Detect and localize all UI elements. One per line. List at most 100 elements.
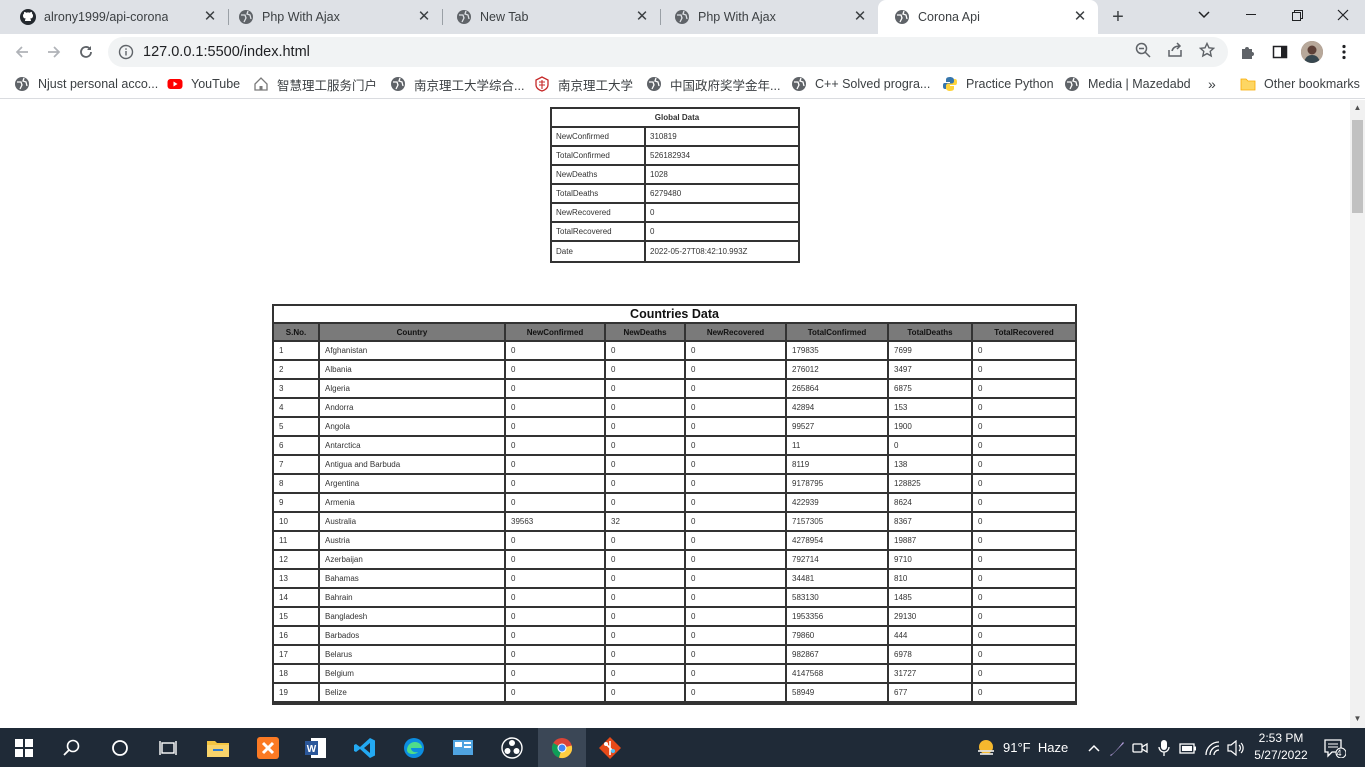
bookmark-njust-comprehensive[interactable]: 南京理工大学综合... [390, 75, 524, 93]
scroll-up-arrow-icon[interactable]: ▲ [1353, 103, 1362, 112]
close-window-button[interactable] [1320, 0, 1365, 30]
global-key: NewDeaths [552, 166, 646, 185]
vscode-icon [354, 738, 375, 758]
bookmarks-overflow-button[interactable]: » [1208, 75, 1216, 93]
start-button[interactable] [10, 734, 38, 762]
close-icon[interactable]: ✕ [634, 9, 650, 25]
menu-button[interactable] [1334, 42, 1354, 62]
global-data-table: Global Data NewConfirmed 310819 TotalConf… [550, 107, 800, 263]
table-cell: Barbados [320, 627, 506, 646]
bookmark-star-button[interactable] [1198, 41, 1216, 59]
battery-button[interactable] [1174, 734, 1202, 762]
table-row: 7 Antigua and Barbuda 0 0 0 8119 138 0 [274, 456, 1075, 475]
tab-new-tab[interactable]: New Tab ✕ [440, 0, 661, 34]
table-cell: 0 [973, 380, 1075, 399]
share-button[interactable] [1166, 41, 1184, 59]
tab-github[interactable]: alrony1999/api-corona ✕ [4, 0, 229, 34]
table-cell: 0 [973, 475, 1075, 494]
edge-button[interactable] [400, 734, 428, 762]
table-row: 13 Bahamas 0 0 0 34481 810 0 [274, 570, 1075, 589]
side-panel-button[interactable] [1270, 42, 1290, 62]
git-button[interactable] [596, 734, 624, 762]
bookmark-practice-python[interactable]: Practice Python [942, 75, 1054, 93]
table-cell: 0 [973, 570, 1075, 589]
volume-button[interactable] [1222, 734, 1250, 762]
tab-search-button[interactable] [1181, 0, 1227, 30]
table-cell: Argentina [320, 475, 506, 494]
avatar[interactable] [1301, 41, 1323, 63]
reload-button[interactable] [74, 40, 98, 64]
table-cell: 4147568 [787, 665, 889, 684]
url-text[interactable]: 127.0.0.1:5500/index.html [143, 44, 310, 60]
bookmark-njust-university[interactable]: 南京理工大学 [534, 75, 633, 93]
other-bookmarks-folder[interactable]: Other bookmarks [1240, 75, 1360, 93]
vscode-button[interactable] [351, 734, 379, 762]
xampp-button[interactable] [254, 734, 282, 762]
word-button[interactable]: W [302, 734, 330, 762]
scrollbar-thumb[interactable] [1352, 120, 1363, 213]
table-cell: 0 [686, 380, 787, 399]
info-icon[interactable] [118, 44, 134, 60]
table-cell: 0 [506, 456, 606, 475]
zoom-button[interactable] [1134, 41, 1152, 59]
table-cell: 0 [606, 665, 686, 684]
bookmark-portal[interactable]: 智慧理工服务门户 [253, 75, 377, 93]
table-cell: 0 [686, 608, 787, 627]
bookmark-media-mazedabd[interactable]: Media | Mazedabd [1064, 75, 1191, 93]
column-header: TotalConfirmed [787, 324, 889, 342]
tab-corona-api[interactable]: Corona Api ✕ [878, 0, 1098, 34]
table-cell: Australia [320, 513, 506, 532]
restore-button[interactable] [1274, 0, 1320, 30]
bookmark-scholarship[interactable]: 中国政府奖学金年... [646, 75, 780, 93]
cortana-button[interactable] [106, 734, 134, 762]
table-cell: 9178795 [787, 475, 889, 494]
bookmark-njust[interactable]: Njust personal acco... [14, 75, 158, 93]
table-cell: 0 [606, 646, 686, 665]
task-view-button[interactable] [154, 734, 182, 762]
forward-button[interactable] [42, 40, 66, 64]
table-cell: 5 [274, 418, 320, 437]
wifi-icon [1205, 741, 1220, 756]
table-cell: 11 [274, 532, 320, 551]
bookmark-cpp[interactable]: C++ Solved progra... [791, 75, 930, 93]
vertical-scrollbar[interactable]: ▲ ▼ [1350, 100, 1365, 728]
scroll-down-arrow-icon[interactable]: ▼ [1353, 714, 1362, 723]
search-button[interactable] [58, 734, 86, 762]
back-button[interactable] [10, 40, 34, 64]
table-cell: Antigua and Barbuda [320, 456, 506, 475]
notification-center-button[interactable]: 4 [1321, 734, 1349, 762]
weather-widget[interactable] [972, 734, 1000, 762]
cortana-icon [112, 740, 128, 756]
file-explorer-button[interactable] [204, 734, 232, 762]
close-icon[interactable]: ✕ [852, 9, 868, 25]
table-cell: 982867 [787, 646, 889, 665]
table-row: 3 Algeria 0 0 0 265864 6875 0 [274, 380, 1075, 399]
chrome-button[interactable] [538, 728, 586, 767]
system-clock[interactable]: 2:53 PM 5/27/2022 [1250, 730, 1312, 764]
table-row: 1 Afghanistan 0 0 0 179835 7699 0 [274, 342, 1075, 361]
table-cell: 6875 [889, 380, 973, 399]
table-row: 2 Albania 0 0 0 276012 3497 0 [274, 361, 1075, 380]
table-cell: 0 [506, 551, 606, 570]
weather-text[interactable]: 91°F Haze [1003, 740, 1068, 755]
svg-text:W: W [307, 744, 317, 755]
bookmark-youtube[interactable]: YouTube [167, 75, 240, 93]
obs-button[interactable] [498, 734, 526, 762]
minimize-button[interactable] [1228, 0, 1274, 30]
tab-php-ajax-2[interactable]: Php With Ajax ✕ [658, 0, 878, 34]
table-cell: 0 [973, 456, 1075, 475]
tab-php-ajax[interactable]: Php With Ajax ✕ [222, 0, 443, 34]
close-icon[interactable]: ✕ [416, 9, 432, 25]
address-bar[interactable]: 127.0.0.1:5500/index.html [108, 37, 1228, 67]
battery-plug-icon [1179, 743, 1196, 754]
close-icon[interactable]: ✕ [202, 9, 218, 25]
table-cell: 0 [686, 494, 787, 513]
table-cell: 8119 [787, 456, 889, 475]
new-tab-button[interactable]: + [1108, 7, 1128, 27]
extensions-button[interactable] [1238, 42, 1258, 62]
control-panel-button[interactable] [449, 734, 477, 762]
table-row: 16 Barbados 0 0 0 79860 444 0 [274, 627, 1075, 646]
close-icon[interactable]: ✕ [1072, 9, 1088, 25]
university-icon [535, 76, 549, 92]
table-cell: 0 [606, 418, 686, 437]
